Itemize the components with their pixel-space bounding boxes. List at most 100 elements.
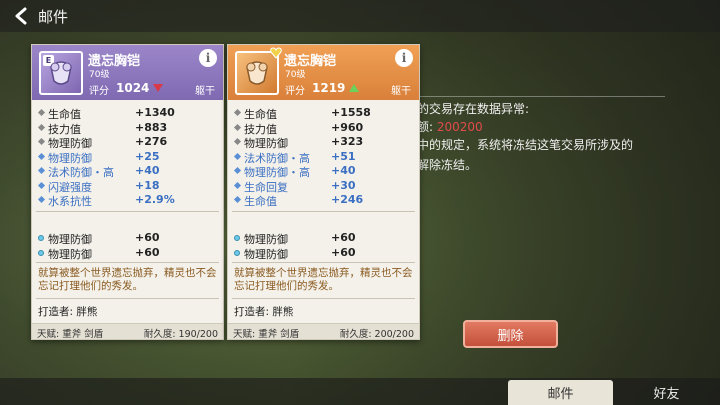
diamond-bullet-icon (233, 152, 242, 160)
gem-icon (38, 249, 44, 256)
diamond-bullet-icon (37, 137, 46, 146)
gem-icon (234, 249, 240, 256)
gem-icon (38, 235, 44, 241)
tab-mail[interactable]: 邮件 (508, 380, 613, 405)
page-title: 邮件 (38, 7, 69, 26)
stat-value: +323 (331, 135, 364, 148)
stat-row: 生命值 +1558 (228, 106, 419, 121)
mail-line-1: 行的交易存在数据异常: (405, 102, 530, 116)
score-up-icon (349, 84, 359, 92)
gem-stats: 物理防御 +60 物理防御 +60 (32, 231, 223, 261)
durability-label: 耐久度: 200/200 (339, 329, 414, 340)
crafter-label: 打造者: 胖熊 (38, 306, 98, 318)
stat-row: 法术防御・高 +51 (228, 150, 419, 165)
stat-row: 物理防御・高 +40 (228, 164, 419, 179)
score-label: 评分 (89, 86, 109, 97)
equipment-slot: 躯干 (391, 86, 411, 97)
item-description: 就算被整个世界遗忘抛弃，精灵也不会忘记打理他们的秀发。 (38, 267, 217, 292)
back-arrow-icon[interactable] (6, 1, 36, 31)
card-footer: 天赋: 重斧 剑盾 耐久度: 200/200 (228, 323, 419, 340)
divider (232, 298, 415, 299)
diamond-bullet-icon (233, 195, 242, 204)
tab-friends[interactable]: 好友 (614, 380, 719, 405)
diamond-bullet-icon (37, 195, 46, 204)
crafter-label: 打造者: 胖熊 (234, 306, 294, 318)
stat-row: 物理防御 +60 (32, 231, 223, 246)
card-header: 遗忘胸铠 70级 评分 1219 躯干 i (228, 45, 419, 100)
stat-name: 水系抗性 (48, 195, 92, 208)
stat-name: 物理防御 (48, 247, 92, 261)
score-label: 评分 (285, 86, 305, 97)
mail-divider (395, 96, 665, 97)
stat-row: 法术防御・高 +40 (32, 164, 223, 179)
stat-name: 生命值 (244, 195, 277, 208)
stat-value: +1558 (331, 106, 371, 119)
diamond-bullet-icon (233, 123, 242, 131)
item-tooltip-card-equipped: 遗忘胸铠 70级 评分 1219 躯干 i 生命值 +1558 技力值 +960 物… (227, 44, 420, 340)
stat-value: +51 (331, 149, 356, 163)
top-bar: 邮件 (0, 0, 720, 32)
chest-armor-icon: E (39, 51, 83, 95)
diamond-bullet-icon (37, 166, 46, 175)
diamond-bullet-icon (37, 108, 46, 117)
stat-row: 生命回复 +30 (228, 179, 419, 194)
stat-value: +40 (135, 164, 160, 177)
durability-label: 耐久度: 190/200 (143, 329, 218, 340)
stat-value: +1340 (135, 106, 175, 119)
diamond-bullet-icon (37, 123, 46, 131)
stat-row: 物理防御 +60 (228, 246, 419, 261)
item-description: 就算被整个世界遗忘抛弃，精灵也不会忘记打理他们的秀发。 (234, 267, 413, 292)
info-icon[interactable]: i (199, 49, 217, 67)
item-level: 70级 (285, 70, 306, 80)
divider (36, 211, 219, 212)
mail-content: 行的交易存在数据异常: 金额: 200200 》中的规定，系统将冻结这笔交易所涉… (395, 90, 665, 300)
diamond-bullet-icon (233, 108, 242, 117)
info-icon[interactable]: i (395, 49, 413, 67)
stat-value: +40 (331, 164, 356, 177)
divider (36, 298, 219, 299)
stat-value: +60 (331, 245, 356, 259)
base-stats: 生命值 +1340 技力值 +883 物理防御 +276 物理防御 +25 法术防御・高… (32, 106, 223, 208)
talent-label: 天赋: 重斧 剑盾 (37, 329, 104, 340)
stat-row: 闪避强度 +18 (32, 179, 223, 194)
chest-armor-icon (235, 47, 282, 95)
stat-value: +30 (331, 178, 356, 192)
stat-row: 生命值 +1340 (32, 106, 223, 121)
stat-value: +60 (135, 231, 160, 244)
stat-row: 物理防御 +60 (32, 246, 223, 261)
divider (36, 262, 219, 263)
gem-stats: 物理防御 +60 物理防御 +60 (228, 231, 419, 261)
stat-row: 技力值 +883 (32, 121, 223, 136)
talent-label: 天赋: 重斧 剑盾 (233, 329, 300, 340)
diamond-bullet-icon (37, 181, 46, 189)
score-down-icon (153, 84, 163, 92)
stat-row: 生命值 +246 (228, 193, 419, 208)
score-value: 1219 (312, 81, 346, 95)
diamond-bullet-icon (233, 181, 242, 189)
diamond-bullet-icon (233, 137, 242, 146)
equipment-slot: 躯干 (195, 86, 215, 97)
stat-name: 物理防御 (244, 247, 288, 261)
base-stats: 生命值 +1558 技力值 +960 物理防御 +323 法术防御・高 +51 物理防御… (228, 106, 419, 208)
divider (232, 262, 415, 263)
stat-row: 物理防御 +25 (32, 150, 223, 165)
divider (232, 211, 415, 212)
stat-value: +883 (135, 120, 168, 134)
item-tooltip-card: E 遗忘胸铠 70级 评分 1024 躯干 i 生命值 +1340 技力值 +883… (31, 44, 224, 340)
score-value: 1024 (116, 81, 150, 95)
stat-value: +276 (135, 135, 168, 148)
delete-button[interactable]: 删除 (463, 320, 558, 348)
stat-row: 物理防御 +323 (228, 135, 419, 150)
stat-row: 水系抗性 +2.9% (32, 193, 223, 208)
mail-line-3: 》中的规定，系统将冻结这笔交易所涉及的 (405, 138, 634, 152)
item-level: 70级 (89, 70, 110, 80)
stat-value: +60 (135, 245, 160, 259)
stat-row: 物理防御 +60 (228, 231, 419, 246)
stat-value: +2.9% (135, 193, 175, 206)
diamond-bullet-icon (37, 152, 46, 160)
diamond-bullet-icon (233, 166, 242, 175)
stat-value: +60 (331, 231, 356, 244)
stat-value: +25 (135, 149, 160, 163)
stat-row: 技力值 +960 (228, 121, 419, 136)
mail-amount: 200200 (436, 120, 483, 134)
